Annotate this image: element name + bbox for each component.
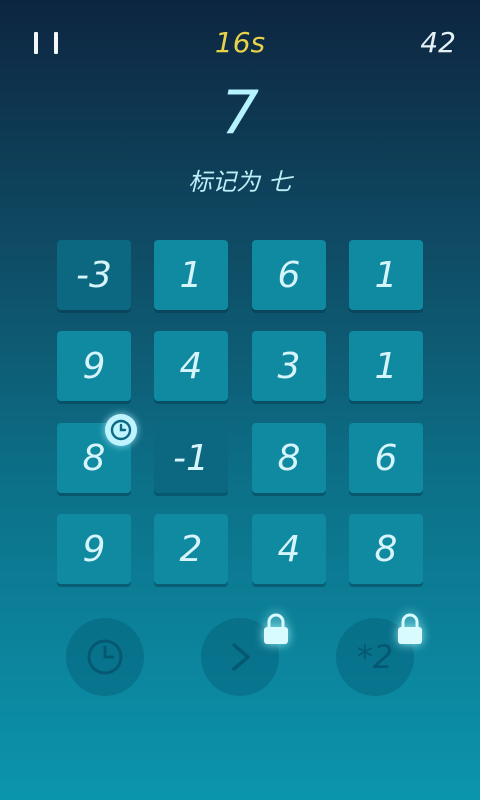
grid-tile[interactable]: 2 xyxy=(154,514,228,584)
chevron-right-icon xyxy=(232,643,250,671)
grid-tile[interactable]: 6 xyxy=(349,423,423,493)
grid-tile[interactable]: 8 xyxy=(349,514,423,584)
double-powerup-label: *2 xyxy=(356,638,394,676)
score: 42 xyxy=(420,26,456,59)
target-number: 7 xyxy=(220,78,260,148)
powerup-bar: *2 xyxy=(0,610,480,710)
grid-tile[interactable]: 9 xyxy=(57,514,131,584)
instruction-text: 标记为 七 xyxy=(188,168,292,196)
grid-tile[interactable]: 4 xyxy=(252,514,326,584)
grid-tile[interactable]: 1 xyxy=(349,240,423,310)
grid-tile[interactable]: 6 xyxy=(252,240,326,310)
grid-tile[interactable]: 3 xyxy=(252,331,326,401)
number-grid: -3 1 6 1 9 4 3 1 8 -1 8 6 9 2 4 8 xyxy=(57,240,423,584)
grid-tile[interactable]: 1 xyxy=(154,240,228,310)
top-bar: 16s 42 xyxy=(0,0,480,90)
time-powerup-button[interactable] xyxy=(66,618,144,696)
lock-icon xyxy=(260,612,292,646)
grid-tile[interactable]: -1 xyxy=(154,423,228,493)
grid-tile[interactable]: 1 xyxy=(349,331,423,401)
grid-tile[interactable]: 8 xyxy=(252,423,326,493)
grid-tile[interactable]: 4 xyxy=(154,331,228,401)
grid-tile[interactable]: -3 xyxy=(57,240,131,310)
lock-icon xyxy=(394,612,426,646)
grid-tile[interactable]: 9 xyxy=(57,331,131,401)
countdown-timer: 16s xyxy=(214,26,266,59)
clock-bonus-icon xyxy=(105,414,137,446)
clock-icon xyxy=(87,639,123,675)
